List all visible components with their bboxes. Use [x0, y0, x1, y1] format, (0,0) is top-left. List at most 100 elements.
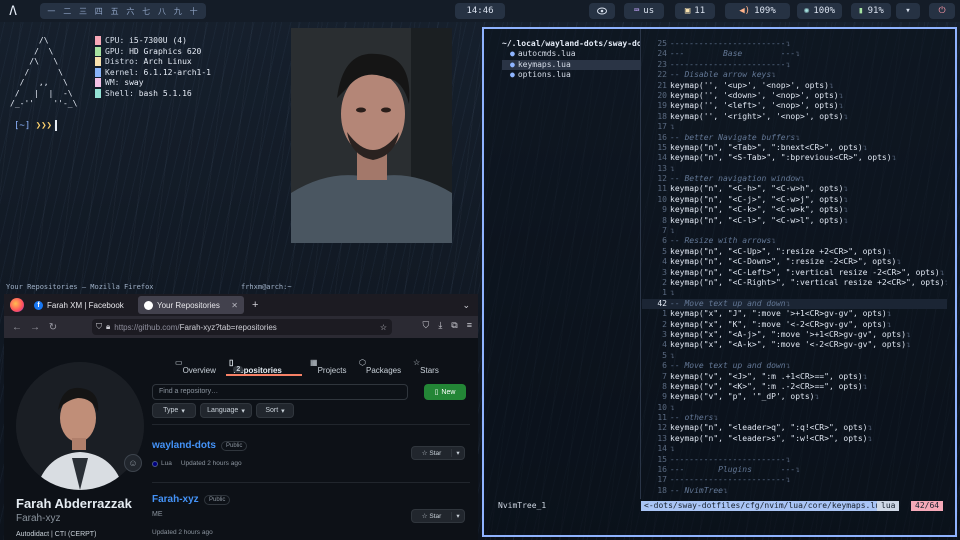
- code-line[interactable]: 1 ↴: [642, 288, 947, 298]
- tray-expand-icon[interactable]: ▾: [896, 3, 920, 19]
- code-line[interactable]: 3 keymap("n", "<C-Left>", ":vertical resi…: [642, 268, 947, 278]
- code-line[interactable]: 2 keymap("x", "K", ":move '<-2<CR>gv-gv",…: [642, 320, 947, 330]
- code-line[interactable]: 15 ------------------------ ↴: [642, 455, 947, 465]
- language-filter-button[interactable]: Language ▾: [200, 403, 252, 418]
- code-line[interactable]: 19 keymap('', '<left>', '<nop>', opts) ↴: [642, 101, 947, 111]
- tab-projects[interactable]: ▦ Projects: [310, 358, 346, 375]
- reload-icon[interactable]: ↻: [44, 322, 62, 333]
- workspace-switcher[interactable]: 一二三四五六七八九十: [40, 3, 206, 19]
- workspace-4[interactable]: 四: [95, 6, 104, 17]
- star-button[interactable]: ☆ Star ▾: [411, 509, 465, 523]
- code-line[interactable]: 17 ------------------------ ↴: [642, 475, 947, 485]
- tree-file[interactable]: ● options.lua: [502, 70, 640, 80]
- set-status-icon[interactable]: ☺: [124, 454, 142, 472]
- code-line[interactable]: 23 ------------------------ ↴: [642, 60, 947, 70]
- neofetch-terminal[interactable]: /\ / \ /\ \ / \ / ,, \ / | | -\ /_-'' ''…: [4, 28, 290, 278]
- downloads-icon[interactable]: ⤓: [438, 320, 442, 331]
- code-line[interactable]: 9 keymap("v", "p", '"_dP', opts) ↴: [642, 392, 947, 402]
- nvim-window[interactable]: ~/.local/wayland-dots/sway-dot ● autocmds…: [482, 27, 957, 537]
- brightness-indicator[interactable]: ✺ 100%: [797, 3, 842, 19]
- code-line[interactable]: 9 keymap("n", "<C-k>", "<C-w>k", opts) ↴: [642, 205, 947, 215]
- tree-file[interactable]: ● keymaps.lua: [502, 59, 640, 71]
- shell-prompt[interactable]: [~] ❯❯❯: [14, 120, 57, 132]
- code-line[interactable]: 13 keymap("n", "<leader>s", ":w!<CR>", op…: [642, 434, 947, 444]
- battery-indicator[interactable]: ▮ 91%: [851, 3, 891, 19]
- code-line[interactable]: 1 keymap("x", "J", ":move '>+1<CR>gv-gv",…: [642, 309, 947, 319]
- workspace-9[interactable]: 九: [174, 6, 183, 17]
- workspace-7[interactable]: 七: [142, 6, 151, 17]
- star-button[interactable]: ☆ Star ▾: [411, 446, 465, 460]
- code-line[interactable]: 5 ↴: [642, 351, 947, 361]
- forward-icon[interactable]: →: [26, 322, 44, 333]
- type-filter-button[interactable]: Type ▾: [152, 403, 196, 418]
- tab-repositories-gh[interactable]: ▯ Repositories 2: [229, 358, 282, 375]
- close-tab-icon[interactable]: ✕: [231, 301, 238, 310]
- extensions-icon[interactable]: ⧉: [451, 320, 457, 331]
- code-line[interactable]: 42 -- Move text up and down ↴: [642, 298, 947, 310]
- code-line[interactable]: 8 keymap("n", "<C-l>", "<C-w>l", opts) ↴: [642, 216, 947, 226]
- back-icon[interactable]: ←: [8, 322, 26, 333]
- find-repository-input[interactable]: Find a repository…: [152, 384, 408, 400]
- workspace-6[interactable]: 六: [126, 6, 135, 17]
- power-icon[interactable]: ⏻: [929, 3, 955, 19]
- code-line[interactable]: 7 ↴: [642, 226, 947, 236]
- code-line[interactable]: 21 keymap('', '<up>', '<nop>', opts) ↴: [642, 81, 947, 91]
- code-line[interactable]: 13 ↴: [642, 164, 947, 174]
- code-line[interactable]: 12 -- Better navigation window ↴: [642, 174, 947, 184]
- caret-down-icon[interactable]: ▾: [452, 512, 464, 520]
- code-line[interactable]: 10 keymap("n", "<C-j>", "<C-w>j", opts) ↴: [642, 195, 947, 205]
- avatar[interactable]: [16, 362, 144, 490]
- code-line[interactable]: 6 -- Resize with arrows ↴: [642, 236, 947, 246]
- code-line[interactable]: 11 keymap("n", "<C-h>", "<C-w>h", opts) ↴: [642, 184, 947, 194]
- repo-link-wayland-dots[interactable]: wayland-dots: [152, 440, 216, 451]
- list-tabs-icon[interactable]: ⌄: [462, 300, 470, 311]
- sort-filter-button[interactable]: Sort ▾: [256, 403, 294, 418]
- tree-file[interactable]: ● autocmds.lua: [502, 49, 640, 59]
- updates-indicator[interactable]: ▣ 11: [675, 3, 715, 19]
- tab-packages[interactable]: ⬡ Packages: [359, 358, 401, 375]
- code-line[interactable]: 4 keymap("x", "<A-k>", ":move '<-2<CR>gv-…: [642, 340, 947, 350]
- code-buffer[interactable]: 25 ------------------------ ↴ 24 --- Base --…: [642, 39, 947, 496]
- code-line[interactable]: 16 -- better Navigate buffers ↴: [642, 133, 947, 143]
- workspace-2[interactable]: 二: [63, 6, 72, 17]
- eye-icon[interactable]: [589, 3, 615, 19]
- workspace-8[interactable]: 八: [158, 6, 167, 17]
- code-line[interactable]: 4 keymap("n", "<C-Down>", ":resize -2<CR>…: [642, 257, 947, 267]
- tab-stars[interactable]: ☆ Stars: [413, 358, 439, 375]
- code-line[interactable]: 10 ↴: [642, 403, 947, 413]
- menu-icon[interactable]: ≡: [467, 320, 472, 331]
- code-line[interactable]: 7 keymap("v", "<J>", ":m .+1<CR>==", opts…: [642, 372, 947, 382]
- code-line[interactable]: 6 -- Move text up and down ↴: [642, 361, 947, 371]
- code-line[interactable]: 5 keymap("n", "<C-Up>", ":resize +2<CR>",…: [642, 247, 947, 257]
- workspace-3[interactable]: 三: [79, 6, 88, 17]
- keyboard-layout[interactable]: ⌨ us: [624, 3, 664, 19]
- code-line[interactable]: 22 -- Disable arrow keys ↴: [642, 70, 947, 80]
- arch-logo-icon[interactable]: Λ: [4, 3, 22, 19]
- code-line[interactable]: 2 keymap("n", "<C-Right>", ":vertical res…: [642, 278, 947, 288]
- tab-repositories[interactable]: Your Repositories ✕: [138, 296, 244, 314]
- workspace-1[interactable]: 一: [47, 6, 56, 17]
- bookmark-star-icon[interactable]: ☆: [380, 323, 387, 332]
- code-line[interactable]: 14 keymap("n", "<S-Tab>", ":bprevious<CR>…: [642, 153, 947, 163]
- code-line[interactable]: 18 -- NvimTree ↴: [642, 486, 947, 496]
- code-line[interactable]: 25 ------------------------ ↴: [642, 39, 947, 49]
- volume-indicator[interactable]: ◀) 109%: [725, 3, 790, 19]
- new-tab-button[interactable]: +: [252, 299, 258, 311]
- caret-down-icon[interactable]: ▾: [452, 449, 464, 457]
- code-line[interactable]: 8 keymap("v", "<K>", ":m .-2<CR>==", opts…: [642, 382, 947, 392]
- code-line[interactable]: 11 -- others ↴: [642, 413, 947, 423]
- tab-overview[interactable]: ▭ Overview: [175, 358, 216, 375]
- code-line[interactable]: 16 --- Plugins --- ↴: [642, 465, 947, 475]
- code-line[interactable]: 15 keymap("n", "<Tab>", ":bnext<CR>", opt…: [642, 143, 947, 153]
- code-line[interactable]: 3 keymap("x", "<A-j>", ":move '>+1<CR>gv-…: [642, 330, 947, 340]
- clock[interactable]: 14:46: [455, 3, 505, 19]
- code-line[interactable]: 18 keymap('', '<right>', '<nop>', opts) ↴: [642, 112, 947, 122]
- url-bar[interactable]: ⛉ 🔒︎ https://github.com/Farah-xyz?tab=re…: [92, 319, 392, 335]
- code-line[interactable]: 12 keymap("n", "<leader>q", ":q!<CR>", op…: [642, 423, 947, 433]
- tree-root[interactable]: ~/.local/wayland-dots/sway-dot: [502, 39, 640, 49]
- code-line[interactable]: 17 ↴: [642, 122, 947, 132]
- workspace-10[interactable]: 十: [190, 6, 199, 17]
- workspace-5[interactable]: 五: [111, 6, 120, 17]
- repo-link-farah-xyz[interactable]: Farah-xyz: [152, 494, 199, 505]
- pocket-icon[interactable]: ⛉: [423, 320, 430, 331]
